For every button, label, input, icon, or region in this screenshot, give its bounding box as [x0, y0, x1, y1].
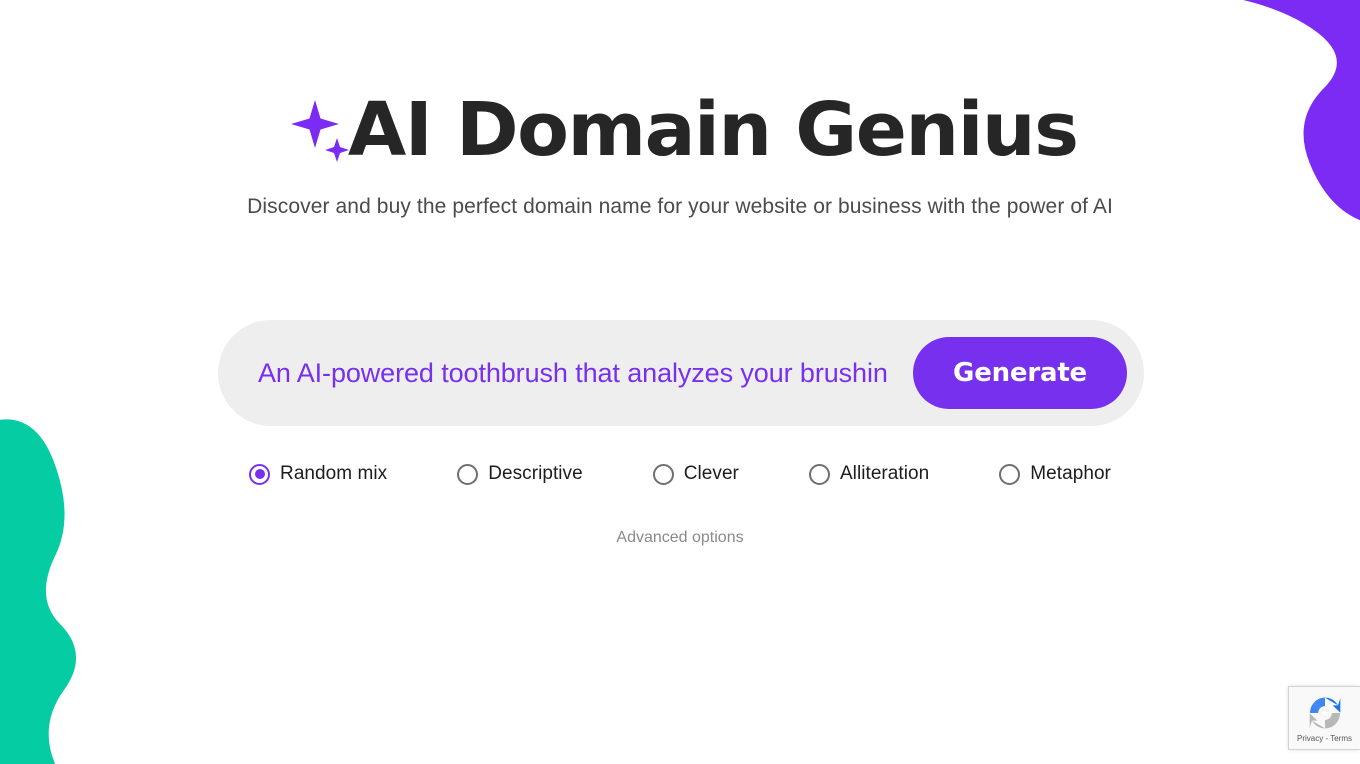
option-random-mix[interactable]: Random mix: [249, 462, 387, 486]
page-subtitle: Discover and buy the perfect domain name…: [247, 195, 1113, 218]
option-label-metaphor: Metaphor: [1030, 463, 1111, 484]
recaptcha-icon: [1309, 697, 1340, 728]
recaptcha-privacy-terms[interactable]: Privacy - Terms: [1297, 734, 1352, 744]
search-input[interactable]: [258, 353, 914, 393]
radio-icon-metaphor[interactable]: [999, 463, 1021, 485]
advanced-options-toggle[interactable]: Advanced options: [0, 527, 1360, 549]
radio-icon-clever[interactable]: [652, 463, 674, 485]
generate-button[interactable]: Generate: [913, 337, 1127, 409]
radio-icon-alliteration[interactable]: [808, 463, 830, 485]
option-label-clever: Clever: [683, 463, 739, 484]
title-row: AI Domain Genius: [0, 86, 1360, 174]
radio-icon-random-mix[interactable]: [249, 463, 271, 485]
recaptcha-badge[interactable]: Privacy - Terms: [1288, 686, 1360, 750]
option-alliteration[interactable]: Alliteration: [808, 462, 930, 486]
option-metaphor[interactable]: Metaphor: [999, 462, 1111, 486]
option-label-alliteration: Alliteration: [839, 463, 930, 484]
search-bar[interactable]: Generate: [218, 320, 1144, 426]
radio-icon-descriptive[interactable]: [457, 463, 479, 485]
option-descriptive[interactable]: Descriptive: [457, 462, 583, 486]
sparkle-icon: [291, 100, 350, 162]
hero-section: AI Domain Genius Discover and buy the pe…: [0, 86, 1360, 222]
option-label-descriptive: Descriptive: [488, 463, 583, 484]
page-title: AI Domain Genius: [348, 87, 1079, 173]
option-label-random-mix: Random mix: [280, 463, 388, 484]
style-options-group: Random mix Descriptive Clever Alliterati…: [0, 462, 1360, 486]
page-root: AI Domain Genius Discover and buy the pe…: [0, 0, 1360, 764]
option-clever[interactable]: Clever: [652, 462, 739, 486]
